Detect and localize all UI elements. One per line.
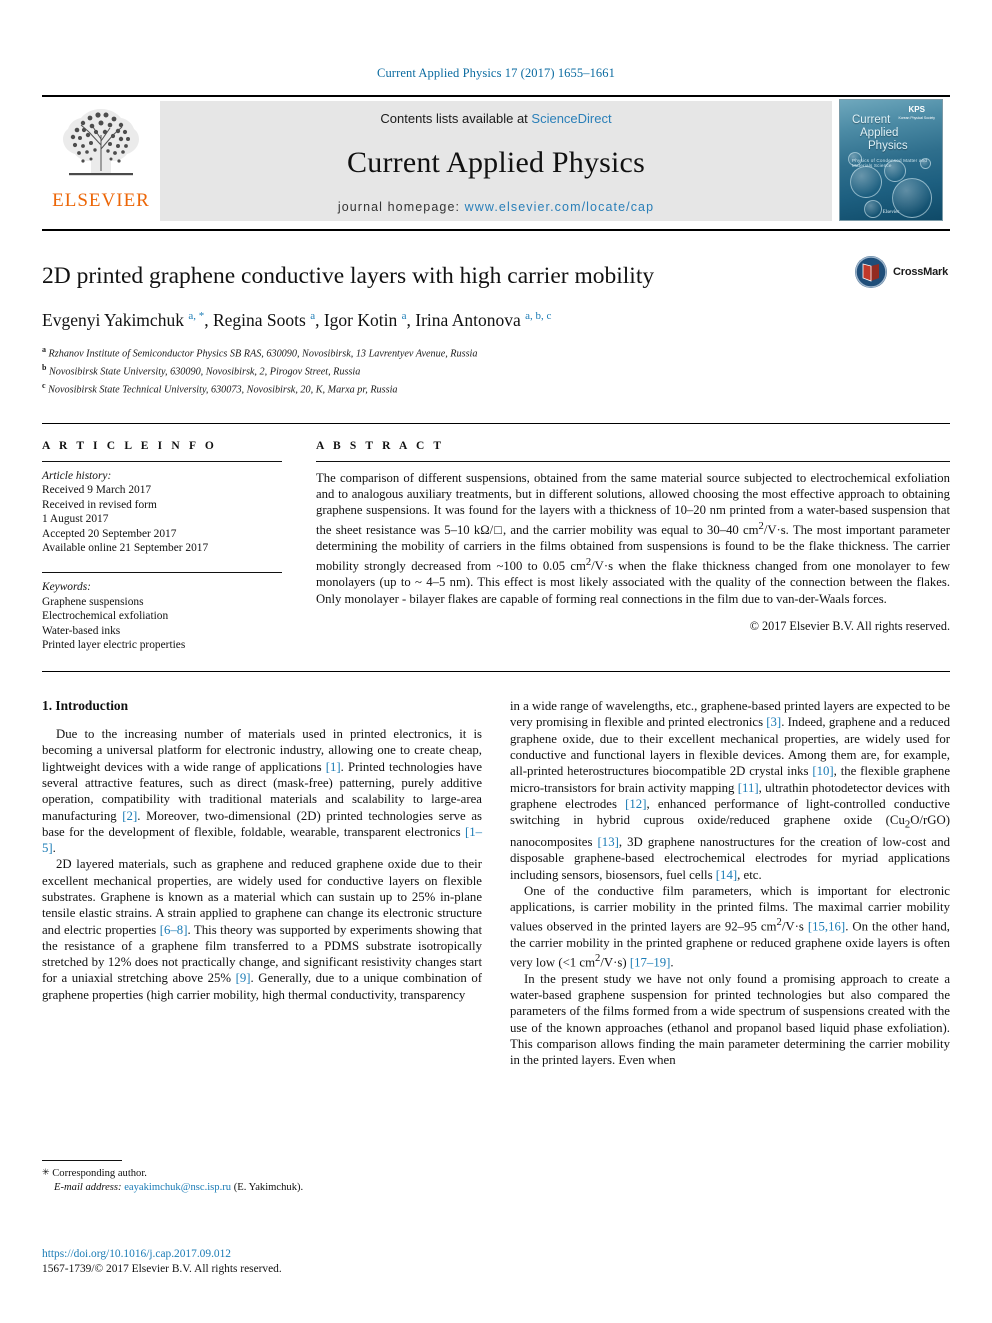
history-item: Received in revised form (42, 498, 157, 511)
author-item: Igor Kotin a (323, 309, 407, 330)
doi-link[interactable]: https://doi.org/10.1016/j.cap.2017.09.01… (42, 1247, 282, 1262)
history-item: 1 August 2017 (42, 513, 109, 526)
body-column-right: in a wide range of wavelengths, etc., gr… (510, 698, 950, 1069)
info-abstract-region: A R T I C L E I N F O Article history: R… (42, 422, 950, 654)
email-link[interactable]: eayakimchuk@nsc.isp.ru (124, 1182, 231, 1193)
corresponding-author-line: ✳ Corresponding author. (42, 1167, 147, 1179)
running-head: Current Applied Physics 17 (2017) 1655–1… (377, 66, 615, 80)
author-affiliation-mark: a (401, 310, 407, 322)
email-label: E-mail address: (54, 1181, 122, 1193)
sciencedirect-link[interactable]: ScienceDirect (531, 111, 611, 126)
contents-prefix: Contents lists available at (380, 110, 532, 126)
paragraph: in a wide range of wavelengths, etc., gr… (510, 699, 951, 882)
author-affiliation-mark: a (310, 310, 316, 322)
issn-copyright: 1567-1739/© 2017 Elsevier B.V. All right… (42, 1263, 282, 1275)
author-item: Irina Antonova a, b, c (415, 309, 552, 330)
paragraph: 2D layered materials, such as graphene a… (42, 857, 483, 1002)
abstract-column: A B S T R A C T The comparison of differ… (316, 440, 950, 654)
contents-list-line: Contents lists available at ScienceDirec… (380, 111, 611, 126)
elsevier-tree-icon (63, 109, 139, 176)
keyword-item: Printed layer electric properties (42, 639, 186, 652)
cover-image: KPS Korean Physical Society Current Appl… (839, 99, 943, 221)
author-affiliation-mark: a, b, c (525, 310, 552, 322)
journal-cover-thumbnail: KPS Korean Physical Society Current Appl… (832, 97, 950, 227)
abstract-heading: A B S T R A C T (316, 439, 445, 452)
history-item: Accepted 20 September 2017 (42, 527, 177, 540)
author-item: Evgenyi Yakimchuk a, * (42, 309, 205, 330)
article-info-column: A R T I C L E I N F O Article history: R… (42, 440, 282, 654)
journal-banner: ELSEVIER Contents lists available at Sci… (42, 95, 950, 231)
journal-homepage-link[interactable]: www.elsevier.com/locate/cap (465, 200, 655, 214)
email-owner: (E. Yakimchuk). (233, 1181, 304, 1193)
article-history: Article history: Received 9 March 2017 R… (42, 462, 282, 557)
corresponding-author-footnote: ✳ Corresponding author. E-mail address: … (42, 1160, 472, 1194)
keywords-label: Keywords: (42, 581, 91, 594)
keyword-item: Graphene suspensions (42, 595, 144, 608)
crossmark-label: CrossMark (893, 266, 949, 278)
cover-title: Current Applied Physics (852, 114, 908, 152)
section-heading-introduction: 1. Introduction (42, 698, 129, 714)
history-item: Received 9 March 2017 (42, 484, 152, 497)
asterisk-icon: ✳ (42, 1167, 50, 1177)
author-item: Regina Soots a (212, 309, 316, 330)
keywords-block: Keywords: Graphene suspensions Electroch… (42, 572, 282, 653)
title-area: CrossMark 2D printed graphene conductive… (42, 256, 950, 397)
homepage-prefix: journal homepage: (337, 199, 465, 214)
article-page: Current Applied Physics 17 (2017) 1655–1… (0, 0, 992, 1323)
affiliation-list: a Rzhanov Institute of Semiconductor Phy… (42, 343, 950, 397)
author-list: Evgenyi Yakimchuk a, *, Regina Soots a, … (42, 309, 552, 330)
affiliation-item: a Rzhanov Institute of Semiconductor Phy… (42, 344, 478, 360)
cover-publisher: Elsevier (882, 210, 900, 215)
cover-subtitle: Physics of Condensed Matter and Material… (852, 158, 928, 168)
page-title: 2D printed graphene conductive layers wi… (42, 263, 655, 289)
article-info-heading: A R T I C L E I N F O (42, 439, 217, 452)
article-history-label: Article history: (42, 469, 112, 482)
history-item: Available online 21 September 2017 (42, 542, 209, 555)
crossmark-icon (855, 256, 887, 288)
banner-bottom-rule (42, 229, 950, 231)
keyword-item: Electrochemical exfoliation (42, 610, 169, 623)
paragraph: In the present study we have not only fo… (510, 971, 950, 1068)
footer-identifiers: https://doi.org/10.1016/j.cap.2017.09.01… (42, 1247, 282, 1277)
info-abstract-bottom-rule (42, 671, 950, 673)
paragraph: One of the conductive film parameters, w… (510, 883, 951, 970)
elsevier-wordmark: ELSEVIER (52, 190, 150, 211)
banner-center: Contents lists available at ScienceDirec… (160, 101, 832, 221)
crossmark-badge[interactable]: CrossMark (854, 255, 950, 289)
paragraph: Due to the increasing number of material… (42, 727, 482, 856)
footnote-rule (42, 1160, 122, 1161)
abstract-text: The comparison of different suspensions,… (316, 470, 950, 606)
affiliation-item: c Novosibirsk State Technical University… (42, 380, 398, 395)
abstract-copyright: © 2017 Elsevier B.V. All rights reserved… (749, 619, 950, 634)
body-columns: 1. Introduction Due to the increasing nu… (42, 698, 950, 1069)
author-affiliation-mark: a, * (188, 310, 205, 322)
affiliation-item: b Novosibirsk State University, 630090, … (42, 362, 361, 378)
keyword-item: Water-based inks (42, 624, 121, 637)
body-column-left: 1. Introduction Due to the increasing nu… (42, 698, 482, 1069)
journal-title: Current Applied Physics (347, 145, 645, 179)
email-line: E-mail address: eayakimchuk@nsc.isp.ru (… (42, 1181, 472, 1195)
journal-homepage-line: journal homepage: www.elsevier.com/locat… (338, 200, 654, 214)
elsevier-logo: ELSEVIER (42, 97, 160, 227)
